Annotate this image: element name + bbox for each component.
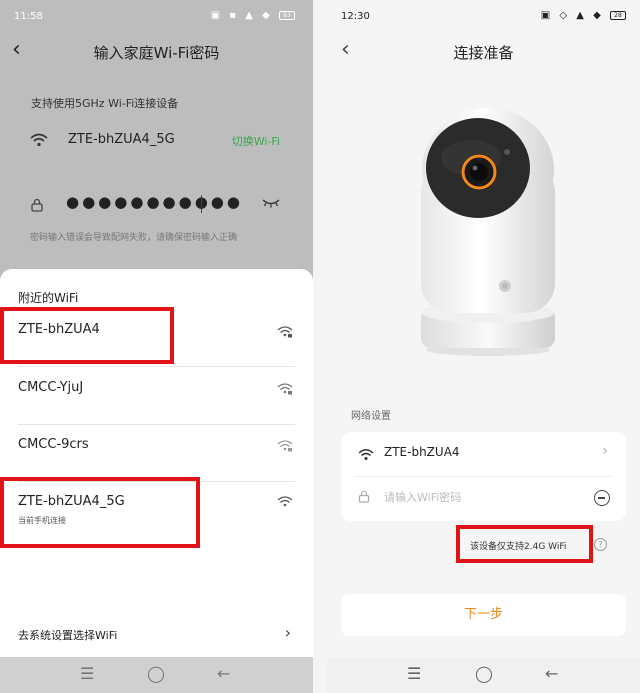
next-step-button[interactable]: 下一步 [341, 594, 626, 636]
back-arrow-icon[interactable]: ← [217, 664, 230, 683]
divider [18, 366, 295, 367]
navigation-bar: ☰ ◯ ← [0, 657, 313, 693]
eye-closed-icon[interactable] [262, 197, 280, 209]
wifi-lock-icon [277, 440, 293, 452]
wifi-icon [277, 496, 293, 507]
switch-wifi-link[interactable]: 切换Wi-Fi [232, 133, 280, 149]
menu-icon[interactable]: ☰ [407, 664, 421, 683]
network-settings-card: ZTE-bhZUA4 › 请输入WiFi密码 [341, 432, 626, 521]
current-ssid: ZTE-bhZUA4_5G [68, 132, 175, 147]
lock-icon [358, 490, 370, 503]
lock-icon [31, 198, 43, 212]
wifi-password-input[interactable]: 请输入WiFi密码 [384, 489, 461, 505]
clear-input-icon[interactable] [594, 490, 610, 506]
highlight-box [0, 307, 174, 364]
wifi-name: CMCC-9crs [18, 437, 89, 452]
wifi-list-item[interactable]: CMCC-YjuJ [0, 372, 313, 425]
menu-icon[interactable]: ☰ [80, 664, 94, 683]
nearby-wifi-title: 附近的WiFi [18, 291, 79, 305]
home-icon[interactable]: ◯ [147, 664, 165, 683]
navigation-bar: ☰ ◯ ← [327, 657, 640, 693]
help-icon[interactable]: ? [594, 538, 607, 551]
battery-icon: 28 [610, 10, 626, 20]
right-phone-screen: 12:30 ▣ ◇ ▲ ◆ 28 ‹ 连接准备 网络设置 ZTE-bhZUA4 … [327, 0, 640, 693]
wifi-lock-icon [277, 383, 293, 395]
status-bar: 11:58 ▣ ▪ ▲ ◆ 93 [0, 0, 313, 30]
page-title: 输入家庭Wi-Fi密码 [93, 44, 220, 62]
wifi-list-item[interactable]: CMCC-9crs [0, 431, 313, 482]
camera-image [421, 108, 555, 356]
signal-icons: ▣ ◇ ▲ ◆ [540, 10, 604, 21]
status-bar: 12:30 ▣ ◇ ▲ ◆ 28 [327, 0, 640, 30]
password-hint: 密码输入错误会导致配网失败，请确保密码输入正确 [30, 233, 238, 243]
battery-icon: 93 [279, 10, 295, 20]
wifi-ssid-selector[interactable]: ZTE-bhZUA4 [384, 445, 460, 459]
left-phone-screen: 11:58 ▣ ▪ ▲ ◆ 93 ‹ 输入家庭Wi-Fi密码 支持使用5GHz … [0, 0, 313, 693]
signal-icons: ▣ ▪ ▲ ◆ [210, 10, 273, 21]
highlight-box [456, 525, 593, 563]
divider [18, 424, 295, 425]
screenshot-comparison: 11:58 ▣ ▪ ▲ ◆ 93 ‹ 输入家庭Wi-Fi密码 支持使用5GHz … [0, 0, 640, 693]
wifi-icon [30, 133, 48, 147]
wifi-icon [358, 449, 374, 460]
system-settings-link[interactable]: 去系统设置选择WiFi [18, 627, 117, 643]
divider [355, 476, 612, 477]
highlight-box [0, 477, 200, 548]
status-icons: ▣ ▪ ▲ ◆ 93 [211, 10, 295, 21]
status-icons: ▣ ◇ ▲ ◆ 28 [541, 10, 626, 21]
text-caret [201, 195, 202, 213]
home-icon[interactable]: ◯ [475, 664, 493, 683]
wifi-lock-icon [277, 326, 293, 338]
password-field[interactable]: ●●●●●●●●●●● [66, 193, 243, 211]
back-arrow-icon[interactable]: ← [545, 664, 558, 683]
chevron-right-icon[interactable]: › [285, 623, 291, 642]
wifi-name: CMCC-YjuJ [18, 380, 84, 395]
status-time: 12:30 [341, 11, 370, 22]
support-text: 支持使用5GHz Wi-Fi连接设备 [31, 97, 179, 110]
page-title: 连接准备 [453, 44, 514, 62]
chevron-right-icon[interactable]: › [602, 443, 608, 459]
network-settings-label: 网络设置 [351, 411, 391, 422]
status-time: 11:58 [14, 11, 43, 22]
